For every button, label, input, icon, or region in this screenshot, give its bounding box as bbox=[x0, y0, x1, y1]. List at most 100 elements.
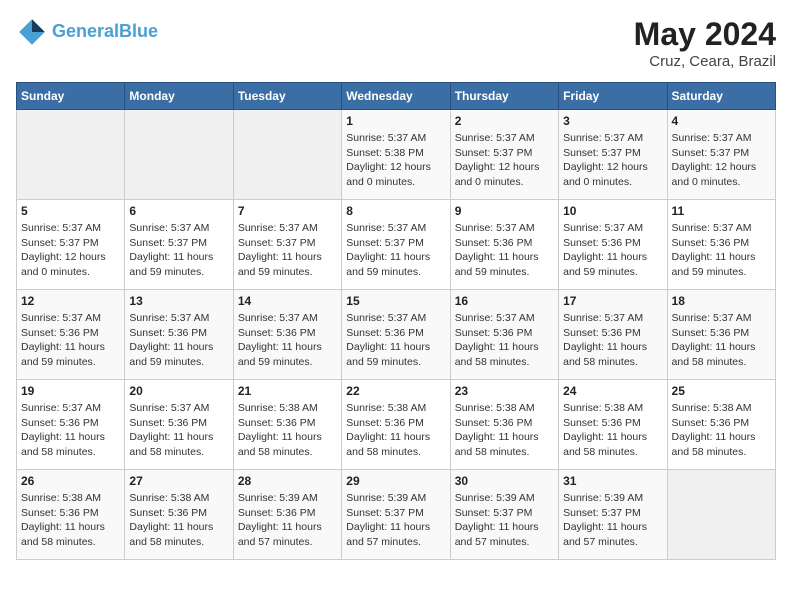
day-number: 2 bbox=[455, 114, 554, 128]
weekday-header-tuesday: Tuesday bbox=[233, 83, 341, 110]
day-number: 11 bbox=[672, 204, 771, 218]
logo-line1: General bbox=[52, 21, 119, 41]
day-number: 22 bbox=[346, 384, 445, 398]
day-info: Sunrise: 5:37 AMSunset: 5:37 PMDaylight:… bbox=[346, 221, 445, 280]
weekday-header-friday: Friday bbox=[559, 83, 667, 110]
day-info: Sunrise: 5:38 AMSunset: 5:36 PMDaylight:… bbox=[563, 401, 662, 460]
day-number: 28 bbox=[238, 474, 337, 488]
day-info: Sunrise: 5:37 AMSunset: 5:37 PMDaylight:… bbox=[238, 221, 337, 280]
location-subtitle: Cruz, Ceara, Brazil bbox=[634, 53, 776, 70]
day-number: 3 bbox=[563, 114, 662, 128]
day-info: Sunrise: 5:37 AMSunset: 5:36 PMDaylight:… bbox=[672, 221, 771, 280]
day-number: 29 bbox=[346, 474, 445, 488]
calendar-cell: 14 Sunrise: 5:37 AMSunset: 5:36 PMDayligh… bbox=[233, 290, 341, 380]
calendar-cell: 11 Sunrise: 5:37 AMSunset: 5:36 PMDayligh… bbox=[667, 200, 775, 290]
calendar-week-row: 26 Sunrise: 5:38 AMSunset: 5:36 PMDayligh… bbox=[17, 470, 776, 560]
day-info: Sunrise: 5:38 AMSunset: 5:36 PMDaylight:… bbox=[129, 491, 228, 550]
day-info: Sunrise: 5:39 AMSunset: 5:36 PMDaylight:… bbox=[238, 491, 337, 550]
day-number: 20 bbox=[129, 384, 228, 398]
day-number: 26 bbox=[21, 474, 120, 488]
day-info: Sunrise: 5:37 AMSunset: 5:36 PMDaylight:… bbox=[129, 401, 228, 460]
calendar-cell bbox=[125, 110, 233, 200]
day-number: 30 bbox=[455, 474, 554, 488]
logo-icon bbox=[16, 16, 48, 48]
day-info: Sunrise: 5:37 AMSunset: 5:36 PMDaylight:… bbox=[672, 311, 771, 370]
calendar-week-row: 1 Sunrise: 5:37 AMSunset: 5:38 PMDaylight… bbox=[17, 110, 776, 200]
calendar-cell: 24 Sunrise: 5:38 AMSunset: 5:36 PMDayligh… bbox=[559, 380, 667, 470]
calendar-cell: 22 Sunrise: 5:38 AMSunset: 5:36 PMDayligh… bbox=[342, 380, 450, 470]
calendar-cell: 16 Sunrise: 5:37 AMSunset: 5:36 PMDayligh… bbox=[450, 290, 558, 380]
day-info: Sunrise: 5:37 AMSunset: 5:36 PMDaylight:… bbox=[238, 311, 337, 370]
calendar-cell: 1 Sunrise: 5:37 AMSunset: 5:38 PMDaylight… bbox=[342, 110, 450, 200]
calendar-cell: 3 Sunrise: 5:37 AMSunset: 5:37 PMDaylight… bbox=[559, 110, 667, 200]
day-info: Sunrise: 5:38 AMSunset: 5:36 PMDaylight:… bbox=[238, 401, 337, 460]
day-info: Sunrise: 5:38 AMSunset: 5:36 PMDaylight:… bbox=[672, 401, 771, 460]
day-info: Sunrise: 5:37 AMSunset: 5:36 PMDaylight:… bbox=[21, 401, 120, 460]
day-number: 13 bbox=[129, 294, 228, 308]
day-number: 4 bbox=[672, 114, 771, 128]
day-info: Sunrise: 5:37 AMSunset: 5:37 PMDaylight:… bbox=[672, 131, 771, 190]
day-info: Sunrise: 5:37 AMSunset: 5:38 PMDaylight:… bbox=[346, 131, 445, 190]
day-number: 31 bbox=[563, 474, 662, 488]
calendar-cell bbox=[17, 110, 125, 200]
calendar-cell: 25 Sunrise: 5:38 AMSunset: 5:36 PMDayligh… bbox=[667, 380, 775, 470]
day-info: Sunrise: 5:38 AMSunset: 5:36 PMDaylight:… bbox=[455, 401, 554, 460]
weekday-header-saturday: Saturday bbox=[667, 83, 775, 110]
day-number: 16 bbox=[455, 294, 554, 308]
calendar-cell: 31 Sunrise: 5:39 AMSunset: 5:37 PMDayligh… bbox=[559, 470, 667, 560]
month-title: May 2024 bbox=[634, 16, 776, 53]
weekday-header-row: SundayMondayTuesdayWednesdayThursdayFrid… bbox=[17, 83, 776, 110]
calendar-cell: 7Sunrise: 5:37 AMSunset: 5:37 PMDaylight… bbox=[233, 200, 341, 290]
calendar-cell: 19 Sunrise: 5:37 AMSunset: 5:36 PMDayligh… bbox=[17, 380, 125, 470]
weekday-header-sunday: Sunday bbox=[17, 83, 125, 110]
day-info: Sunrise: 5:37 AMSunset: 5:37 PMDaylight:… bbox=[21, 221, 120, 280]
calendar-body: 1 Sunrise: 5:37 AMSunset: 5:38 PMDaylight… bbox=[17, 110, 776, 560]
day-info: Sunrise: 5:39 AMSunset: 5:37 PMDaylight:… bbox=[563, 491, 662, 550]
calendar-cell: 10Sunrise: 5:37 AMSunset: 5:36 PMDayligh… bbox=[559, 200, 667, 290]
day-number: 27 bbox=[129, 474, 228, 488]
day-info: Sunrise: 5:37 AMSunset: 5:36 PMDaylight:… bbox=[563, 221, 662, 280]
day-info: Sunrise: 5:37 AMSunset: 5:36 PMDaylight:… bbox=[455, 311, 554, 370]
day-info: Sunrise: 5:37 AMSunset: 5:36 PMDaylight:… bbox=[21, 311, 120, 370]
calendar-week-row: 5Sunrise: 5:37 AMSunset: 5:37 PMDaylight… bbox=[17, 200, 776, 290]
calendar-cell: 15Sunrise: 5:37 AMSunset: 5:36 PMDayligh… bbox=[342, 290, 450, 380]
day-info: Sunrise: 5:38 AMSunset: 5:36 PMDaylight:… bbox=[21, 491, 120, 550]
day-number: 18 bbox=[672, 294, 771, 308]
calendar-cell: 8 Sunrise: 5:37 AMSunset: 5:37 PMDaylight… bbox=[342, 200, 450, 290]
weekday-header-monday: Monday bbox=[125, 83, 233, 110]
calendar-cell: 18 Sunrise: 5:37 AMSunset: 5:36 PMDayligh… bbox=[667, 290, 775, 380]
logo-line2: Blue bbox=[119, 21, 158, 41]
calendar-cell: 20 Sunrise: 5:37 AMSunset: 5:36 PMDayligh… bbox=[125, 380, 233, 470]
calendar-cell: 4 Sunrise: 5:37 AMSunset: 5:37 PMDaylight… bbox=[667, 110, 775, 200]
day-info: Sunrise: 5:38 AMSunset: 5:36 PMDaylight:… bbox=[346, 401, 445, 460]
calendar-cell: 12 Sunrise: 5:37 AMSunset: 5:36 PMDayligh… bbox=[17, 290, 125, 380]
day-info: Sunrise: 5:37 AMSunset: 5:37 PMDaylight:… bbox=[129, 221, 228, 280]
day-number: 17 bbox=[563, 294, 662, 308]
calendar-cell bbox=[233, 110, 341, 200]
day-info: Sunrise: 5:37 AMSunset: 5:36 PMDaylight:… bbox=[563, 311, 662, 370]
calendar-cell: 26 Sunrise: 5:38 AMSunset: 5:36 PMDayligh… bbox=[17, 470, 125, 560]
day-info: Sunrise: 5:37 AMSunset: 5:36 PMDaylight:… bbox=[129, 311, 228, 370]
calendar-cell: 21Sunrise: 5:38 AMSunset: 5:36 PMDayligh… bbox=[233, 380, 341, 470]
weekday-header-thursday: Thursday bbox=[450, 83, 558, 110]
day-info: Sunrise: 5:37 AMSunset: 5:37 PMDaylight:… bbox=[563, 131, 662, 190]
day-number: 1 bbox=[346, 114, 445, 128]
calendar-week-row: 12 Sunrise: 5:37 AMSunset: 5:36 PMDayligh… bbox=[17, 290, 776, 380]
day-number: 24 bbox=[563, 384, 662, 398]
day-info: Sunrise: 5:39 AMSunset: 5:37 PMDaylight:… bbox=[455, 491, 554, 550]
calendar-cell: 2 Sunrise: 5:37 AMSunset: 5:37 PMDaylight… bbox=[450, 110, 558, 200]
day-number: 15 bbox=[346, 294, 445, 308]
day-info: Sunrise: 5:37 AMSunset: 5:37 PMDaylight:… bbox=[455, 131, 554, 190]
page-header: GeneralBlue May 2024 Cruz, Ceara, Brazil bbox=[16, 16, 776, 70]
calendar-cell: 9Sunrise: 5:37 AMSunset: 5:36 PMDaylight… bbox=[450, 200, 558, 290]
day-number: 12 bbox=[21, 294, 120, 308]
day-info: Sunrise: 5:39 AMSunset: 5:37 PMDaylight:… bbox=[346, 491, 445, 550]
logo: GeneralBlue bbox=[16, 16, 158, 48]
day-number: 8 bbox=[346, 204, 445, 218]
day-number: 25 bbox=[672, 384, 771, 398]
calendar-cell: 30 Sunrise: 5:39 AMSunset: 5:37 PMDayligh… bbox=[450, 470, 558, 560]
logo-text: GeneralBlue bbox=[52, 21, 158, 43]
calendar-cell: 5Sunrise: 5:37 AMSunset: 5:37 PMDaylight… bbox=[17, 200, 125, 290]
day-number: 19 bbox=[21, 384, 120, 398]
day-number: 14 bbox=[238, 294, 337, 308]
